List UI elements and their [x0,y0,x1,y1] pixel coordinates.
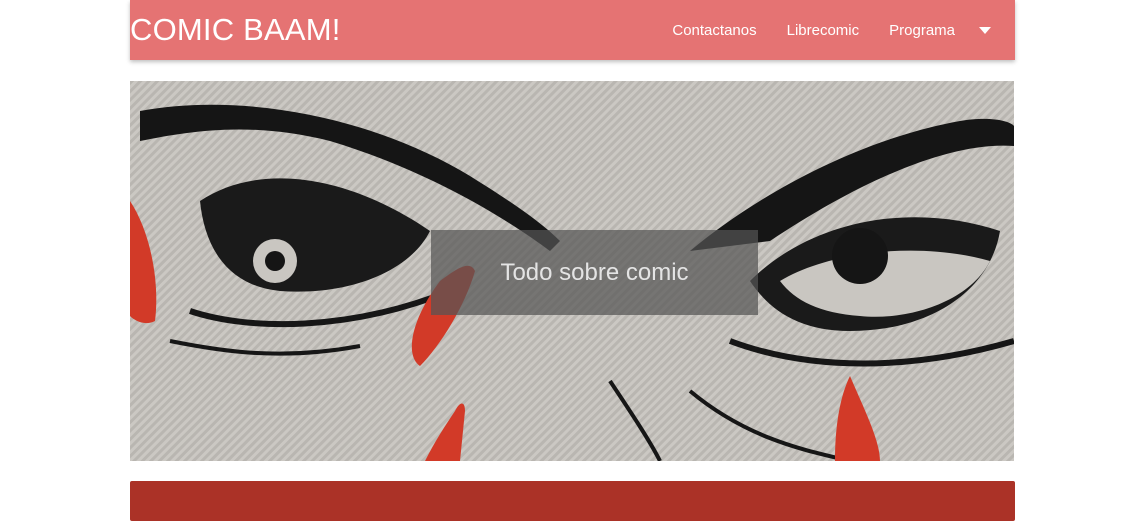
caret-down-icon[interactable] [970,0,1000,60]
brand-title[interactable]: COMIC BAAM! [130,12,341,48]
nav-links: Contactanos Librecomic Programa [657,0,1015,60]
top-navbar: COMIC BAAM! Contactanos Librecomic Progr… [130,0,1015,60]
nav-link-librecomic[interactable]: Librecomic [772,0,875,60]
hero-banner: Todo sobre comic [130,81,1014,461]
accent-bar [130,481,1015,521]
nav-link-contactanos[interactable]: Contactanos [657,0,771,60]
hero-caption: Todo sobre comic [431,230,758,315]
nav-link-programa[interactable]: Programa [874,0,970,60]
